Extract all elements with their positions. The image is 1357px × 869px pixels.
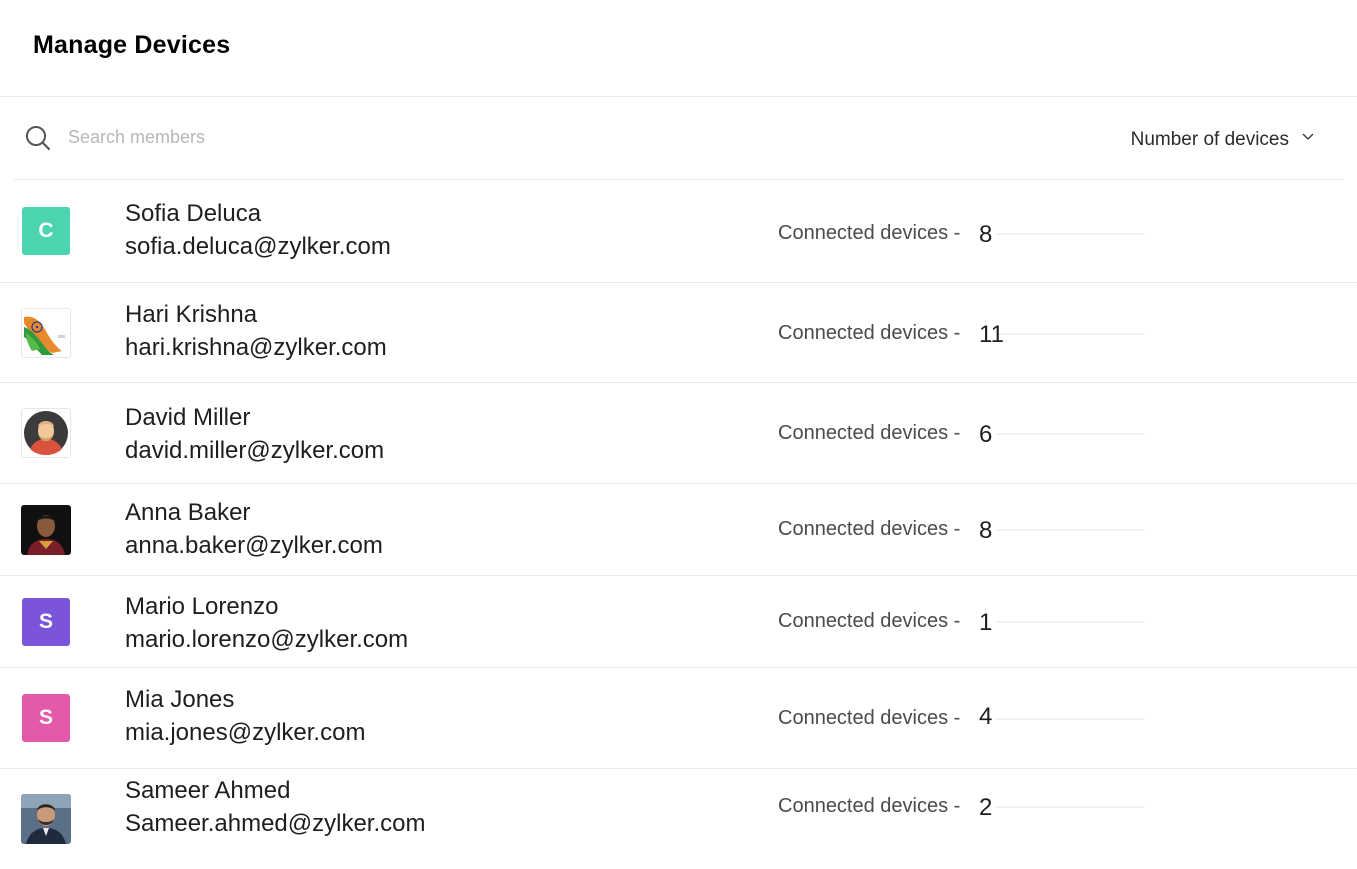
member-email: mia.jones@zylker.com [125, 719, 366, 746]
member-list: C Sofia Deluca sofia.deluca@zylker.com C… [0, 180, 1357, 869]
device-count-track [995, 718, 1145, 720]
search-input[interactable] [64, 121, 472, 153]
member-name: Sameer Ahmed [125, 777, 291, 804]
member-row[interactable]: C Sofia Deluca sofia.deluca@zylker.com C… [0, 180, 1357, 283]
member-row[interactable]: Sameer Ahmed Sameer.ahmed@zylker.com Con… [0, 769, 1357, 869]
device-count-track [995, 433, 1145, 435]
toolbar: Number of devices [14, 97, 1343, 180]
member-email: hari.krishna@zylker.com [125, 334, 387, 361]
member-name: Hari Krishna [125, 301, 258, 328]
connected-devices-label: Connected devices - [778, 610, 961, 632]
member-email: mario.lorenzo@zylker.com [125, 626, 409, 653]
user-photo-icon [21, 794, 71, 844]
connected-devices-label: Connected devices - [778, 322, 961, 344]
page-title: Manage Devices [33, 31, 231, 59]
member-row[interactable]: David Miller david.miller@zylker.com Con… [0, 383, 1357, 484]
connected-devices-label: Connected devices - [778, 422, 961, 444]
member-email: sofia.deluca@zylker.com [125, 233, 391, 260]
sort-dropdown[interactable]: Number of devices [1131, 128, 1315, 152]
device-count-track [995, 333, 1145, 335]
page-header: Manage Devices [0, 0, 1357, 97]
device-count: 1 [979, 609, 993, 636]
member-email: Sameer.ahmed@zylker.com [125, 810, 426, 837]
sort-dropdown-label: Number of devices [1130, 129, 1289, 150]
member-row[interactable]: Anna Baker anna.baker@zylker.com Connect… [0, 484, 1357, 576]
device-count: 6 [979, 421, 993, 448]
member-name: Mario Lorenzo [125, 593, 279, 620]
member-name: Anna Baker [125, 499, 251, 526]
device-count: 8 [979, 221, 993, 248]
avatar: S [22, 694, 70, 742]
chevron-down-icon [1302, 133, 1314, 141]
member-email: david.miller@zylker.com [125, 437, 385, 464]
user-photo-icon [21, 504, 71, 555]
device-count-track [995, 621, 1145, 623]
device-count-track [995, 233, 1145, 235]
device-count-track [995, 529, 1145, 531]
member-email: anna.baker@zylker.com [125, 532, 383, 559]
member-row[interactable]: Hari Krishna hari.krishna@zylker.com Con… [0, 283, 1357, 383]
device-count: 11 [979, 321, 1004, 348]
avatar: S [22, 597, 70, 646]
device-count: 8 [979, 517, 993, 544]
connected-devices-label: Connected devices - [778, 518, 961, 540]
member-name: David Miller [125, 404, 251, 431]
member-name: Sofia Deluca [125, 200, 262, 227]
connected-devices-label: Connected devices - [778, 707, 961, 729]
flag-image-icon [21, 307, 71, 358]
member-row[interactable]: S Mia Jones mia.jones@zylker.com Connect… [0, 668, 1357, 769]
connected-devices-label: Connected devices - [778, 795, 961, 817]
avatar: C [22, 207, 70, 255]
member-row[interactable]: S Mario Lorenzo mario.lorenzo@zylker.com… [0, 576, 1357, 668]
user-illustration-icon [21, 408, 71, 458]
device-count-track [995, 806, 1145, 808]
device-count: 2 [979, 794, 993, 821]
device-count: 4 [979, 703, 993, 730]
search-icon[interactable] [24, 124, 52, 152]
member-name: Mia Jones [125, 686, 235, 713]
connected-devices-label: Connected devices - [778, 222, 961, 244]
